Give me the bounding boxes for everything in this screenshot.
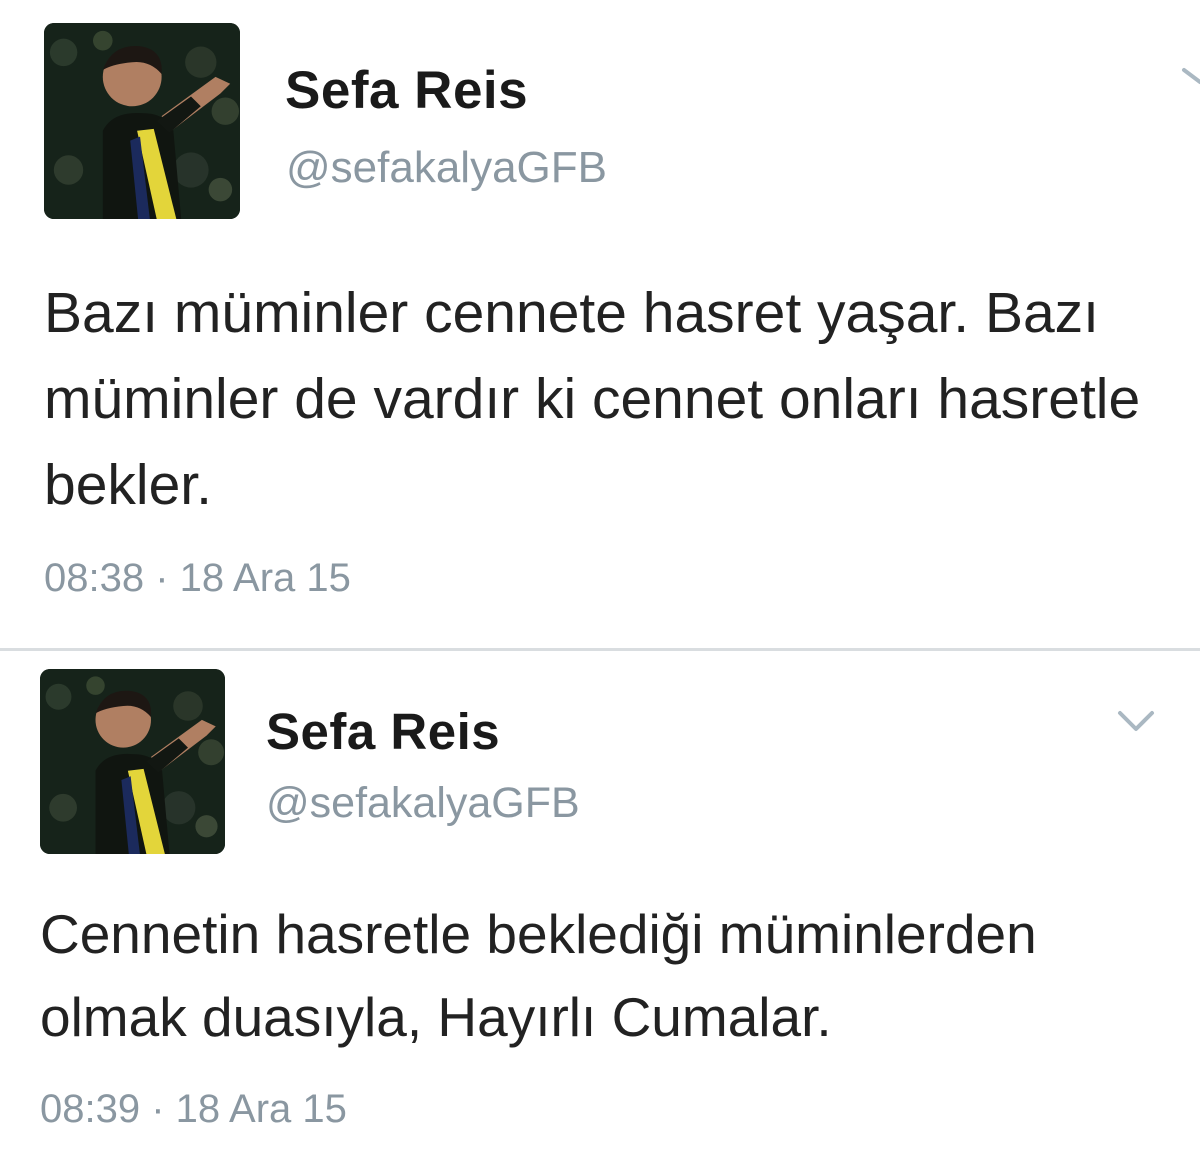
chevron-down-icon[interactable] bbox=[1114, 705, 1158, 735]
timestamp[interactable]: 08:39 · 18 Ara 15 bbox=[40, 1087, 347, 1132]
chevron-down-icon[interactable] bbox=[1180, 62, 1200, 92]
tweet-card: Sefa Reis @sefakalyaGFB Cennetin hasretl… bbox=[0, 651, 1200, 1155]
user-handle[interactable]: @sefakalyaGFB bbox=[286, 143, 607, 193]
tweet-text: Cennetin hasretle beklediği müminlerden … bbox=[40, 903, 1037, 1048]
avatar-photo bbox=[44, 23, 240, 219]
display-name[interactable]: Sefa Reis bbox=[285, 60, 528, 121]
tweet-text: Bazı müminler cennete hasret yaşar. Bazı… bbox=[44, 281, 1141, 517]
display-name[interactable]: Sefa Reis bbox=[266, 702, 500, 761]
user-handle[interactable]: @sefakalyaGFB bbox=[266, 779, 580, 828]
avatar[interactable] bbox=[40, 669, 225, 854]
avatar[interactable] bbox=[44, 23, 240, 219]
tweet-card: Sefa Reis @sefakalyaGFB Bazı müminler ce… bbox=[0, 0, 1200, 648]
timestamp[interactable]: 08:38 · 18 Ara 15 bbox=[44, 556, 351, 601]
avatar-photo bbox=[40, 669, 225, 854]
